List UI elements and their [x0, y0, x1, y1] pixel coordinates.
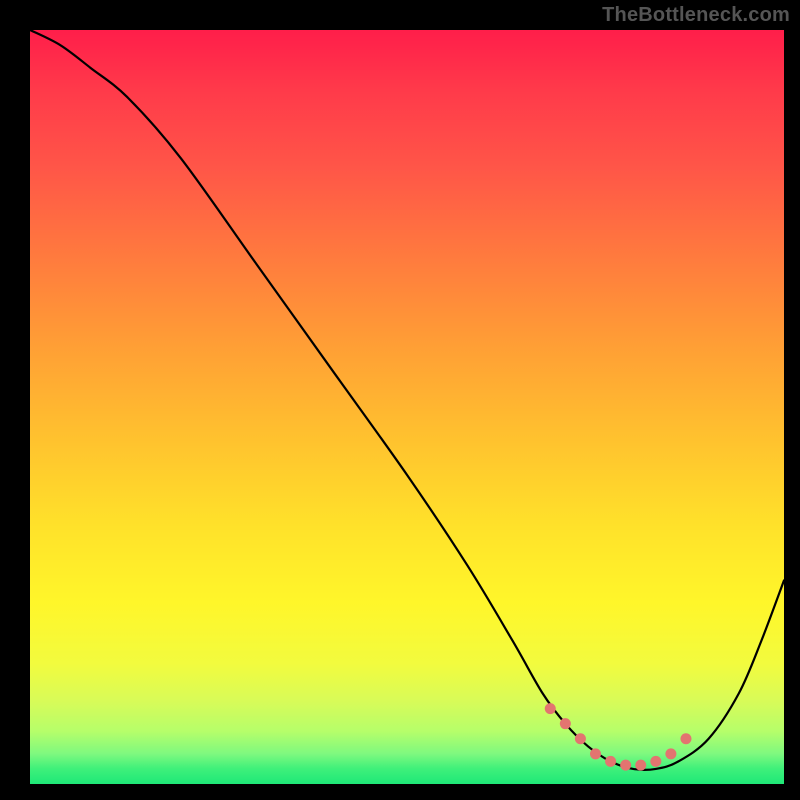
marker-dot	[545, 703, 556, 714]
marker-dot	[680, 733, 691, 744]
bottleneck-curve-line	[30, 30, 784, 770]
selected-range-markers	[545, 703, 692, 771]
marker-dot	[590, 748, 601, 759]
chart-bottom-band	[30, 766, 784, 784]
chart-plot-area	[30, 30, 784, 784]
marker-dot	[575, 733, 586, 744]
watermark-text: TheBottleneck.com	[602, 4, 790, 27]
marker-dot	[665, 748, 676, 759]
chart-svg-layer	[30, 30, 784, 784]
marker-dot	[560, 718, 571, 729]
